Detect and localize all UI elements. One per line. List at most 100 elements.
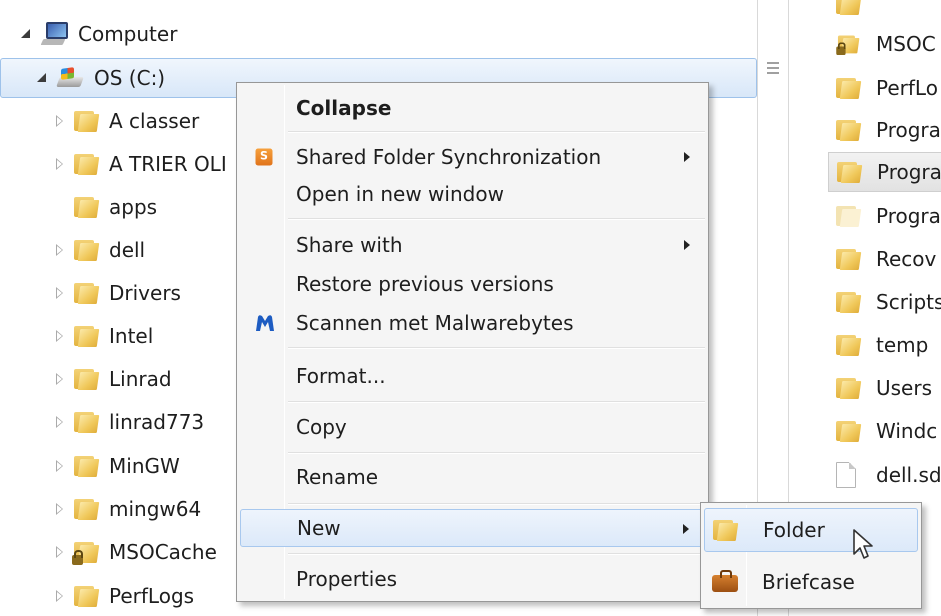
list-item[interactable]: MSOC: [790, 24, 941, 64]
expand-arrow-icon[interactable]: [18, 26, 34, 42]
tree-item-label: Drivers: [109, 281, 181, 305]
list-item[interactable]: Windc: [790, 411, 941, 451]
collapsed-arrow-icon[interactable]: [52, 544, 68, 560]
collapsed-arrow-icon[interactable]: [52, 285, 68, 301]
folder-icon: [836, 291, 862, 313]
folder-icon: [837, 161, 863, 183]
list-item-label: Scripts: [876, 290, 941, 314]
folder-icon: [74, 411, 100, 433]
list-item[interactable]: [790, 0, 941, 24]
submenu-item-briefcase[interactable]: Briefcase: [704, 560, 918, 604]
menu-item-share-with[interactable]: Share with: [240, 226, 705, 264]
folder-icon: [74, 196, 100, 218]
menu-item-restore-previous[interactable]: Restore previous versions: [240, 265, 705, 303]
folder-icon: [74, 110, 100, 132]
tree-item-label: MSOCache: [109, 540, 217, 564]
list-item-label: PerfLo: [876, 76, 938, 100]
tree-item-folder[interactable]: MinGW: [52, 446, 180, 486]
menu-separator: [288, 131, 705, 133]
menu-item-shared-folder-sync[interactable]: S Shared Folder Synchronization: [240, 138, 705, 176]
tree-item-drive-c[interactable]: OS (C:): [34, 58, 165, 98]
list-item[interactable]: Recov: [790, 239, 941, 279]
folder-icon: [74, 498, 100, 520]
menu-item-label: Scannen met Malwarebytes: [296, 311, 574, 335]
collapsed-arrow-icon[interactable]: [52, 242, 68, 258]
collapsed-arrow-icon[interactable]: [52, 501, 68, 517]
expand-arrow-icon[interactable]: [34, 70, 50, 86]
list-item[interactable]: PerfLo: [790, 68, 941, 108]
locked-folder-icon: [72, 541, 100, 565]
tree-item-computer[interactable]: Computer: [18, 14, 177, 54]
menu-item-scan-malwarebytes[interactable]: Scannen met Malwarebytes: [240, 304, 705, 342]
collapsed-arrow-icon[interactable]: [52, 113, 68, 129]
menu-item-new[interactable]: New: [240, 509, 705, 547]
tree-item-folder[interactable]: MSOCache: [52, 532, 217, 572]
tree-item-label: OS (C:): [94, 66, 166, 90]
list-item-label: Recov: [876, 247, 937, 271]
tree-item-folder[interactable]: Intel: [52, 316, 153, 356]
folder-icon: [836, 77, 862, 99]
tree-item-folder[interactable]: PerfLogs: [52, 576, 194, 616]
list-item-label: Users: [876, 376, 933, 400]
tree-item-folder[interactable]: dell: [52, 230, 145, 270]
list-item-label: MSOC: [876, 32, 936, 56]
menu-item-open-new-window[interactable]: Open in new window: [240, 175, 705, 213]
folder-icon: [836, 248, 862, 270]
list-item-highlighted[interactable]: Progra: [828, 152, 941, 192]
submenu-item-folder[interactable]: Folder: [704, 508, 918, 552]
collapsed-arrow-icon[interactable]: [52, 458, 68, 474]
tree-item-folder[interactable]: linrad773: [52, 402, 204, 442]
menu-separator: [288, 452, 705, 454]
menu-item-copy[interactable]: Copy: [240, 408, 705, 446]
folder-icon: [74, 368, 100, 390]
lock-icon: [836, 42, 846, 56]
new-submenu[interactable]: Folder Briefcase: [700, 502, 922, 609]
hidden-folder-icon: [836, 205, 862, 227]
tree-item-label: A TRIER OLI: [109, 152, 227, 176]
splitter-grip-icon[interactable]: [767, 62, 779, 74]
list-item[interactable]: Progra: [790, 110, 941, 150]
context-menu[interactable]: Collapse S Shared Folder Synchronization…: [236, 82, 709, 602]
list-item-label: Windc: [876, 419, 938, 443]
menu-separator: [288, 553, 705, 555]
tree-item-folder[interactable]: Drivers: [52, 273, 181, 313]
sync-icon: S: [255, 148, 273, 166]
malwarebytes-icon: [254, 313, 274, 333]
tree-item-label: A classer: [109, 109, 200, 133]
tree-item-folder[interactable]: A classer: [52, 101, 199, 141]
collapsed-arrow-icon[interactable]: [52, 156, 68, 172]
list-item[interactable]: Progra: [790, 196, 941, 236]
tree-item-label: linrad773: [109, 410, 205, 434]
drive-icon: [56, 67, 86, 89]
collapsed-arrow-icon[interactable]: [52, 588, 68, 604]
tree-item-label: Linrad: [109, 367, 172, 391]
tree-item-label: PerfLogs: [109, 584, 195, 608]
tree-item-folder[interactable]: mingw64: [52, 489, 201, 529]
menu-item-format[interactable]: Format...: [240, 357, 705, 395]
menu-item-label: Restore previous versions: [296, 272, 554, 296]
folder-icon: [74, 282, 100, 304]
tree-item-folder[interactable]: apps: [52, 187, 157, 227]
collapsed-arrow-icon[interactable]: [52, 328, 68, 344]
tree-item-label: Intel: [109, 324, 154, 348]
list-item[interactable]: dell.sd: [790, 455, 941, 495]
tree-item-label: dell: [109, 238, 146, 262]
tree-item-folder[interactable]: A TRIER OLI: [52, 144, 227, 184]
tree-item-label: apps: [109, 195, 158, 219]
menu-item-properties[interactable]: Properties: [240, 560, 705, 598]
briefcase-icon: [712, 570, 738, 592]
tree-item-folder[interactable]: Linrad: [52, 359, 172, 399]
list-item[interactable]: Users: [790, 368, 941, 408]
tree-item-label: Computer: [78, 22, 178, 46]
list-item[interactable]: Scripts: [790, 282, 941, 322]
locked-folder-icon: [836, 35, 860, 56]
list-item[interactable]: temp: [790, 325, 941, 365]
menu-item-rename[interactable]: Rename: [240, 458, 705, 496]
menu-separator: [288, 218, 705, 220]
collapsed-arrow-icon[interactable]: [52, 414, 68, 430]
menu-item-collapse[interactable]: Collapse: [240, 89, 705, 127]
folder-icon: [74, 239, 100, 261]
collapsed-arrow-icon[interactable]: [52, 371, 68, 387]
menu-item-label: Rename: [296, 465, 379, 489]
folder-icon: [836, 0, 862, 15]
